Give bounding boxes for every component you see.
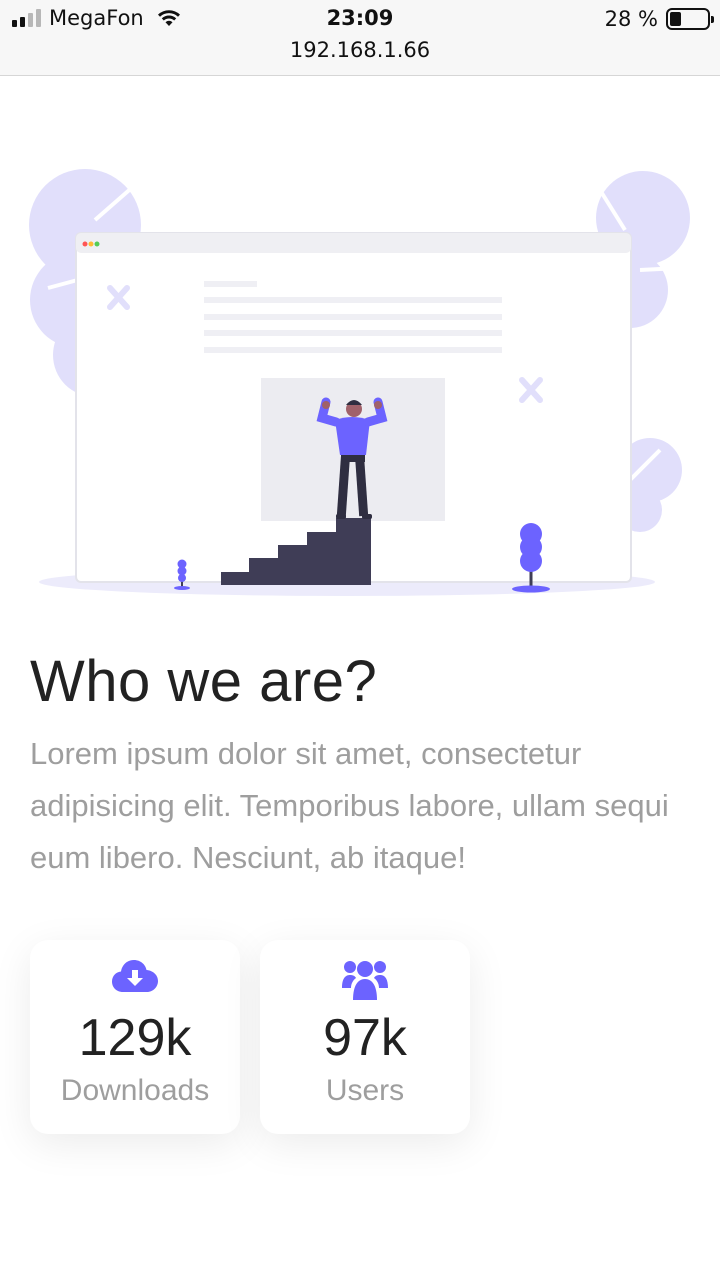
users-icon [342,961,388,1000]
hero-illustration [29,169,690,596]
stat-card-downloads: 129k Downloads [30,940,240,1134]
page-description: Lorem ipsum dolor sit amet, consectetur … [30,736,669,875]
address-bar-url[interactable]: 192.168.1.66 [0,38,720,62]
stat-value: 97k [323,1009,407,1067]
cloud-download-icon [112,960,158,992]
stat-label: Users [325,1074,405,1107]
stat-card-users: 97k Users [260,940,470,1134]
status-bar: MegaFon 23:09 192.168.1.66 28 % [0,0,720,76]
battery-icon [666,8,714,30]
stat-value: 129k [78,1009,192,1067]
battery-fill [670,12,682,26]
battery-percent: 28 % [604,7,658,31]
status-right: 28 % [604,7,714,31]
stat-label: Downloads [60,1074,210,1107]
page-title: Who we are? [30,649,378,714]
